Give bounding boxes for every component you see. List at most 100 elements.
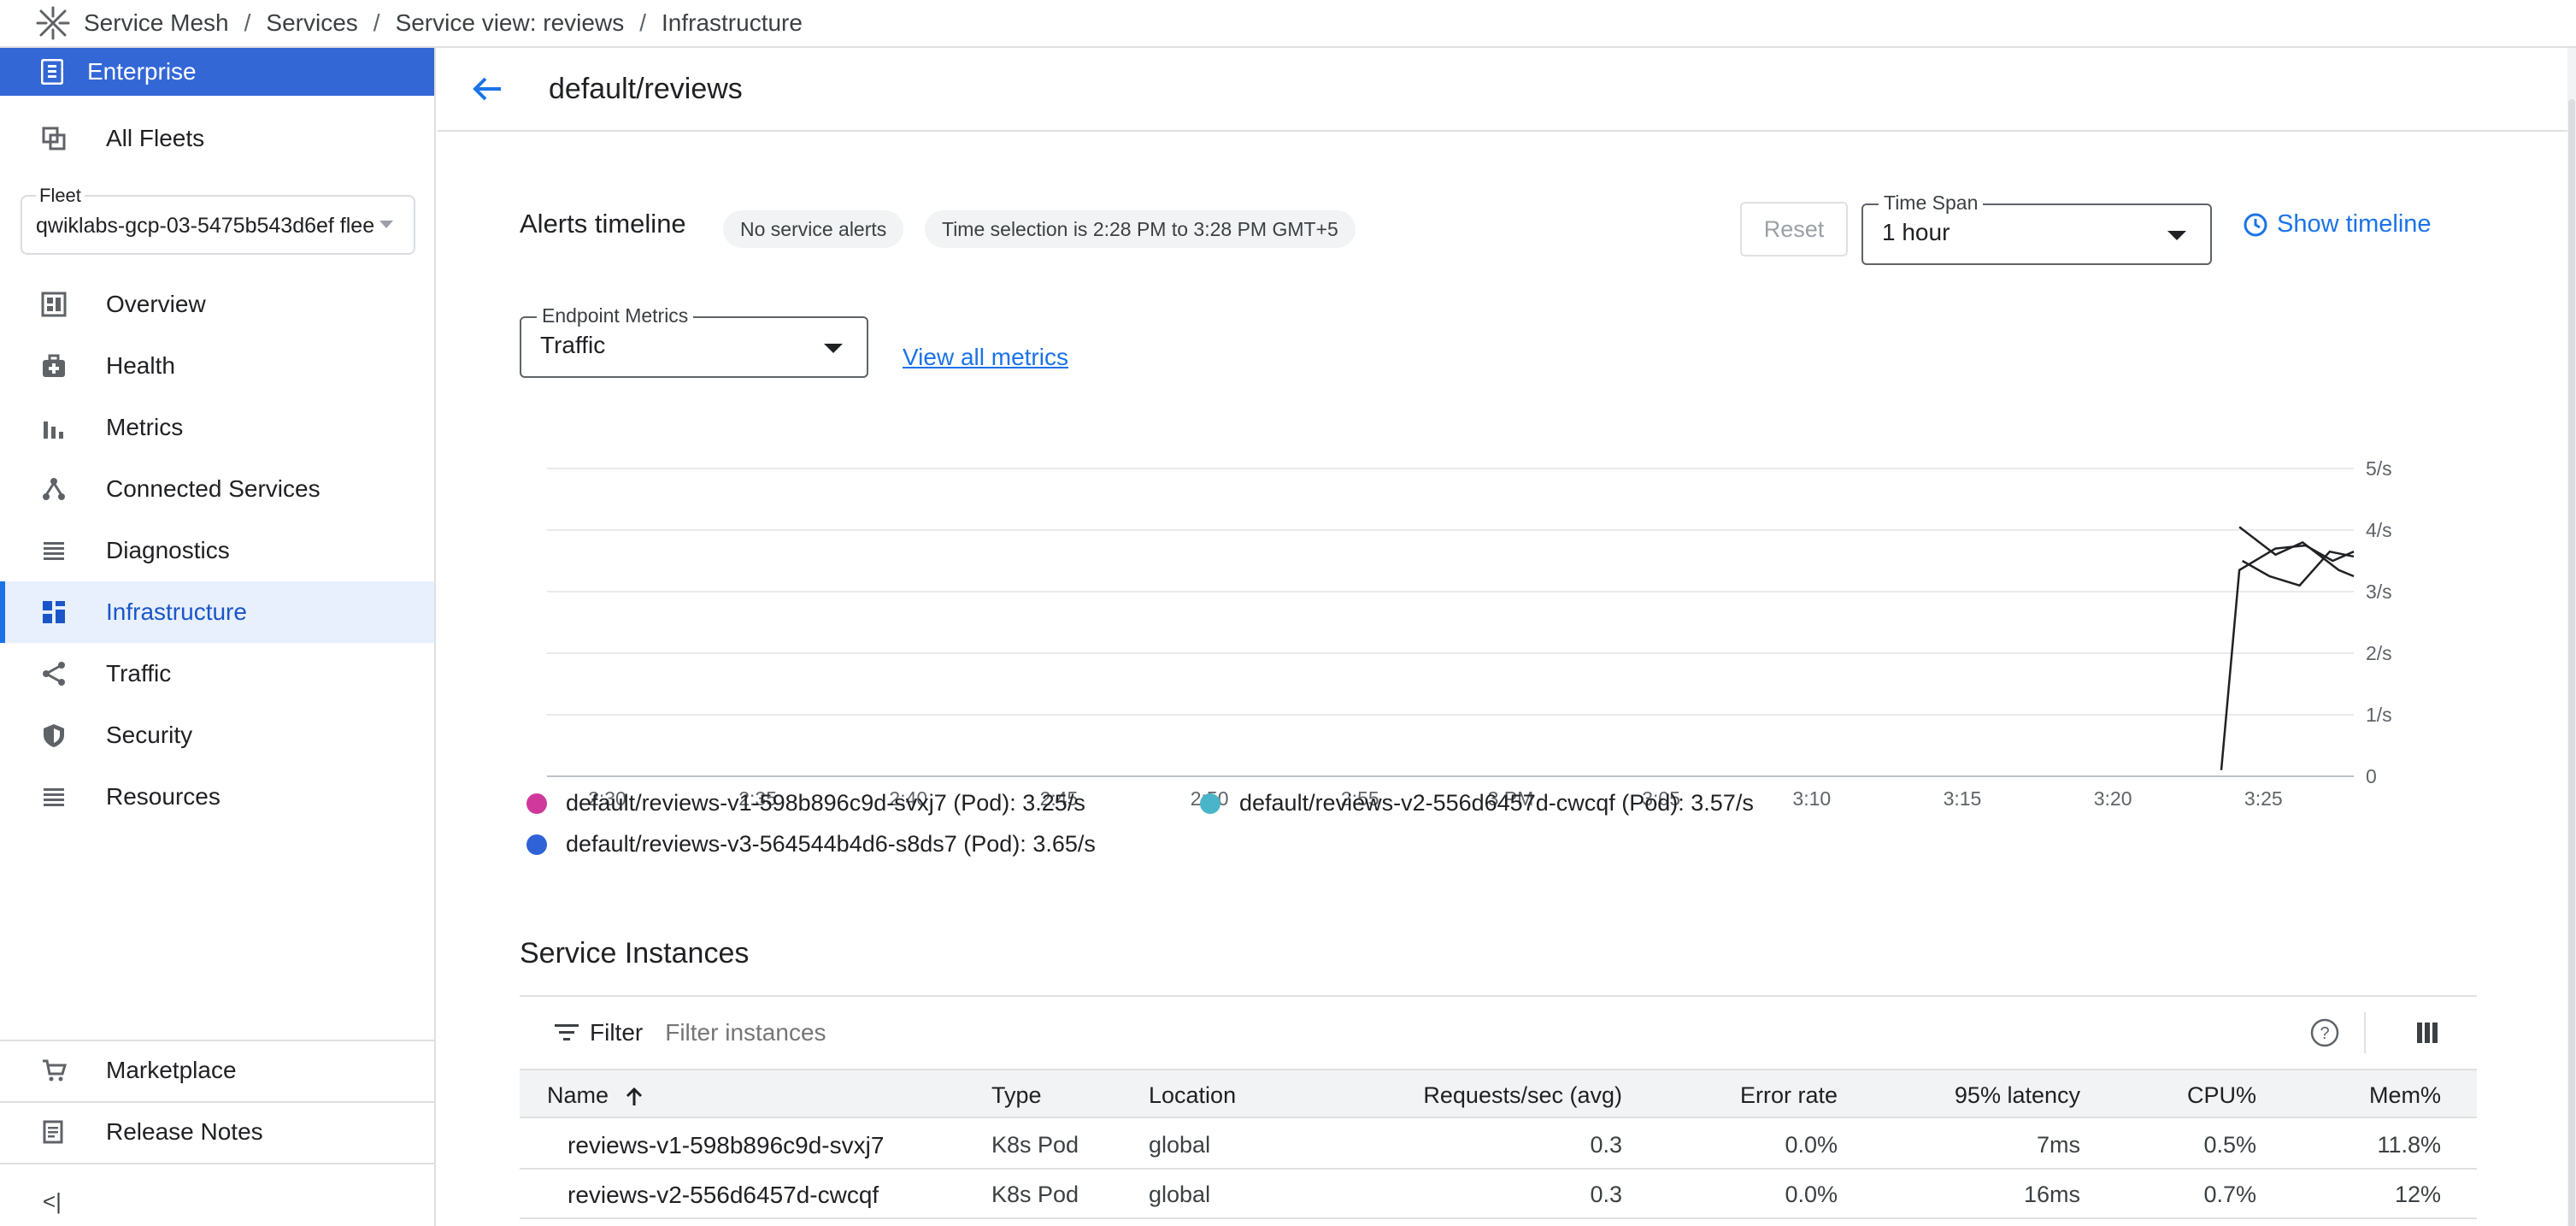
table-row[interactable]: reviews-v3-564544b4d6-s8ds7K8s Podglobal… <box>520 1219 2477 1226</box>
svg-text:?: ? <box>2320 1024 2329 1043</box>
column-header-type[interactable]: Type <box>991 1082 1042 1109</box>
legend-label: default/reviews-v3-564544b4d6-s8ds7 (Pod… <box>566 831 1096 857</box>
show-timeline-label: Show timeline <box>2277 210 2432 238</box>
sidebar-item-marketplace[interactable]: Marketplace <box>0 1040 434 1101</box>
column-header-error-rate[interactable]: Error rate <box>1740 1082 1838 1109</box>
series-line-3 <box>2220 544 2355 770</box>
back-arrow-icon[interactable] <box>470 72 504 106</box>
sidebar-item-label: Marketplace <box>106 1057 237 1083</box>
dropdown-arrow-icon <box>824 344 843 353</box>
filter-input[interactable] <box>665 1019 1350 1046</box>
time-span-select[interactable]: Time Span 1 hour <box>1861 192 2212 265</box>
y-tick-label: 1/s <box>2366 704 2392 726</box>
breadcrumb-service-mesh[interactable]: Service Mesh <box>84 9 229 37</box>
breadcrumb-separator: / <box>244 9 251 36</box>
table-row[interactable]: reviews-v1-598b896c9d-svxj7 K8s Pod global… <box>520 1120 2477 1170</box>
view-all-metrics-link[interactable]: View all metrics <box>903 344 1068 371</box>
breadcrumb-services[interactable]: Services <box>266 9 357 37</box>
column-header-latency[interactable]: 95% latency <box>1955 1082 2080 1109</box>
sidebar-item-metrics[interactable]: Metrics <box>0 397 434 458</box>
sidebar-item-all-fleets[interactable]: All Fleets <box>0 108 434 169</box>
sort-ascending-icon <box>626 1087 642 1105</box>
sidebar-item-label: Resources <box>106 783 221 810</box>
instance-type: K8s Pod <box>991 1182 1079 1207</box>
enterprise-item[interactable]: Enterprise <box>0 48 434 96</box>
column-header-requests[interactable]: Requests/sec (avg) <box>1423 1082 1622 1109</box>
fleet-label: Fleet <box>36 185 85 207</box>
sidebar-item-traffic[interactable]: Traffic <box>0 643 434 704</box>
page-title: default/reviews <box>549 72 743 105</box>
reset-button[interactable]: Reset <box>1740 202 1848 256</box>
sidebar-item-diagnostics[interactable]: Diagnostics <box>0 520 434 581</box>
clock-icon <box>2244 213 2267 236</box>
sidebar-item-label: Connected Services <box>106 475 321 502</box>
y-tick-label: 3/s <box>2366 581 2392 603</box>
endpoint-metrics-label: Endpoint Metrics <box>537 304 694 327</box>
sidebar-item-infrastructure[interactable]: Infrastructure <box>0 581 434 643</box>
y-tick-label: 0 <box>2366 765 2377 787</box>
sidebar-item-label: All Fleets <box>106 125 205 151</box>
service-mesh-logo-icon <box>36 6 70 40</box>
column-header-location[interactable]: Location <box>1149 1082 1236 1109</box>
shield-icon <box>39 721 68 750</box>
help-icon[interactable]: ? <box>2309 1017 2340 1048</box>
column-header-name[interactable]: Name <box>547 1082 644 1109</box>
breadcrumb-infrastructure: Infrastructure <box>661 9 803 36</box>
column-header-mem[interactable]: Mem% <box>2369 1082 2441 1109</box>
sidebar-item-resources[interactable]: Resources <box>0 766 434 828</box>
breadcrumb-separator: / <box>373 9 380 36</box>
toolbar-divider <box>2364 1012 2366 1053</box>
endpoint-metrics-select[interactable]: Endpoint Metrics Traffic <box>520 304 868 378</box>
dashboard-icon <box>39 290 68 319</box>
filter-label[interactable]: Filter <box>590 1019 643 1046</box>
dropdown-arrow-icon <box>2167 231 2186 240</box>
collapse-sidebar-icon[interactable]: <| <box>43 1188 62 1215</box>
scrollbar-thumb[interactable] <box>2568 99 2575 1226</box>
cart-icon <box>39 1056 68 1085</box>
instance-requests: 0.3 <box>1590 1132 1622 1158</box>
table-row[interactable]: reviews-v2-556d6457d-cwcqf K8s Pod global 0… <box>520 1170 2477 1219</box>
sidebar-item-health[interactable]: Health <box>0 335 434 397</box>
y-tick-label: 2/s <box>2366 642 2392 664</box>
filter-icon[interactable] <box>554 1023 579 1043</box>
endpoint-metrics-value: Traffic <box>540 332 606 358</box>
column-header-cpu[interactable]: CPU% <box>2187 1082 2256 1109</box>
legend-item: default/reviews-v1-598b896c9d-svxj7 (Pod… <box>526 790 1085 816</box>
sidebar-item-label: Release Notes <box>106 1118 263 1145</box>
filter-bar: Filter ? <box>520 997 2477 1069</box>
sidebar-item-label: Metrics <box>106 414 184 440</box>
sidebar-item-release-notes[interactable]: Release Notes <box>0 1101 434 1163</box>
legend-item: default/reviews-v2-556d6457d-cwcqf (Pod)… <box>1200 790 1754 816</box>
x-tick-label: 3:25 <box>2244 787 2283 810</box>
fleet-select[interactable]: Fleet qwiklabs-gcp-03-5475b543d6ef fleet <box>21 185 415 255</box>
instance-type: K8s Pod <box>991 1132 1079 1158</box>
show-timeline-button[interactable]: Show timeline <box>2243 210 2432 239</box>
y-tick-label: 4/s <box>2366 519 2392 541</box>
sidebar-item-label: Traffic <box>106 660 172 687</box>
sidebar-item-overview[interactable]: Overview <box>0 274 434 335</box>
x-tick-label: 3:15 <box>1944 787 1982 810</box>
share-icon <box>39 659 68 688</box>
list-icon <box>39 782 68 811</box>
x-tick-label: 3:10 <box>1792 787 1831 810</box>
column-display-icon[interactable] <box>2415 1021 2439 1045</box>
sidebar-item-connected-services[interactable]: Connected Services <box>0 458 434 520</box>
sidebar-item-label: Infrastructure <box>106 598 247 625</box>
time-selection-chip: Time selection is 2:28 PM to 3:28 PM GMT… <box>925 210 1356 248</box>
alerts-timeline-title: Alerts timeline <box>520 209 686 239</box>
scrollbar[interactable] <box>2567 48 2576 1226</box>
sidebar-item-label: Security <box>106 722 193 748</box>
chevron-down-icon <box>379 221 393 228</box>
instance-error-rate: 0.0% <box>1785 1182 1838 1207</box>
instance-name[interactable]: reviews-v1-598b896c9d-svxj7 <box>568 1132 884 1159</box>
legend-label: default/reviews-v1-598b896c9d-svxj7 (Pod… <box>566 790 1085 816</box>
sidebar-item-label: Health <box>106 352 175 379</box>
list-icon <box>39 536 68 565</box>
traffic-chart: 01/s2/s3/s4/s5/s2:302:352:402:452:502:55… <box>547 457 2392 810</box>
breadcrumb-service-view[interactable]: Service view: reviews <box>396 9 625 37</box>
notes-icon <box>39 1117 68 1146</box>
instance-name[interactable]: reviews-v2-556d6457d-cwcqf <box>568 1182 879 1209</box>
bar-chart-icon <box>39 413 68 442</box>
sidebar: Enterprise All Fleets Fleet qwiklabs-gcp… <box>0 48 436 1226</box>
sidebar-item-security[interactable]: Security <box>0 704 434 766</box>
